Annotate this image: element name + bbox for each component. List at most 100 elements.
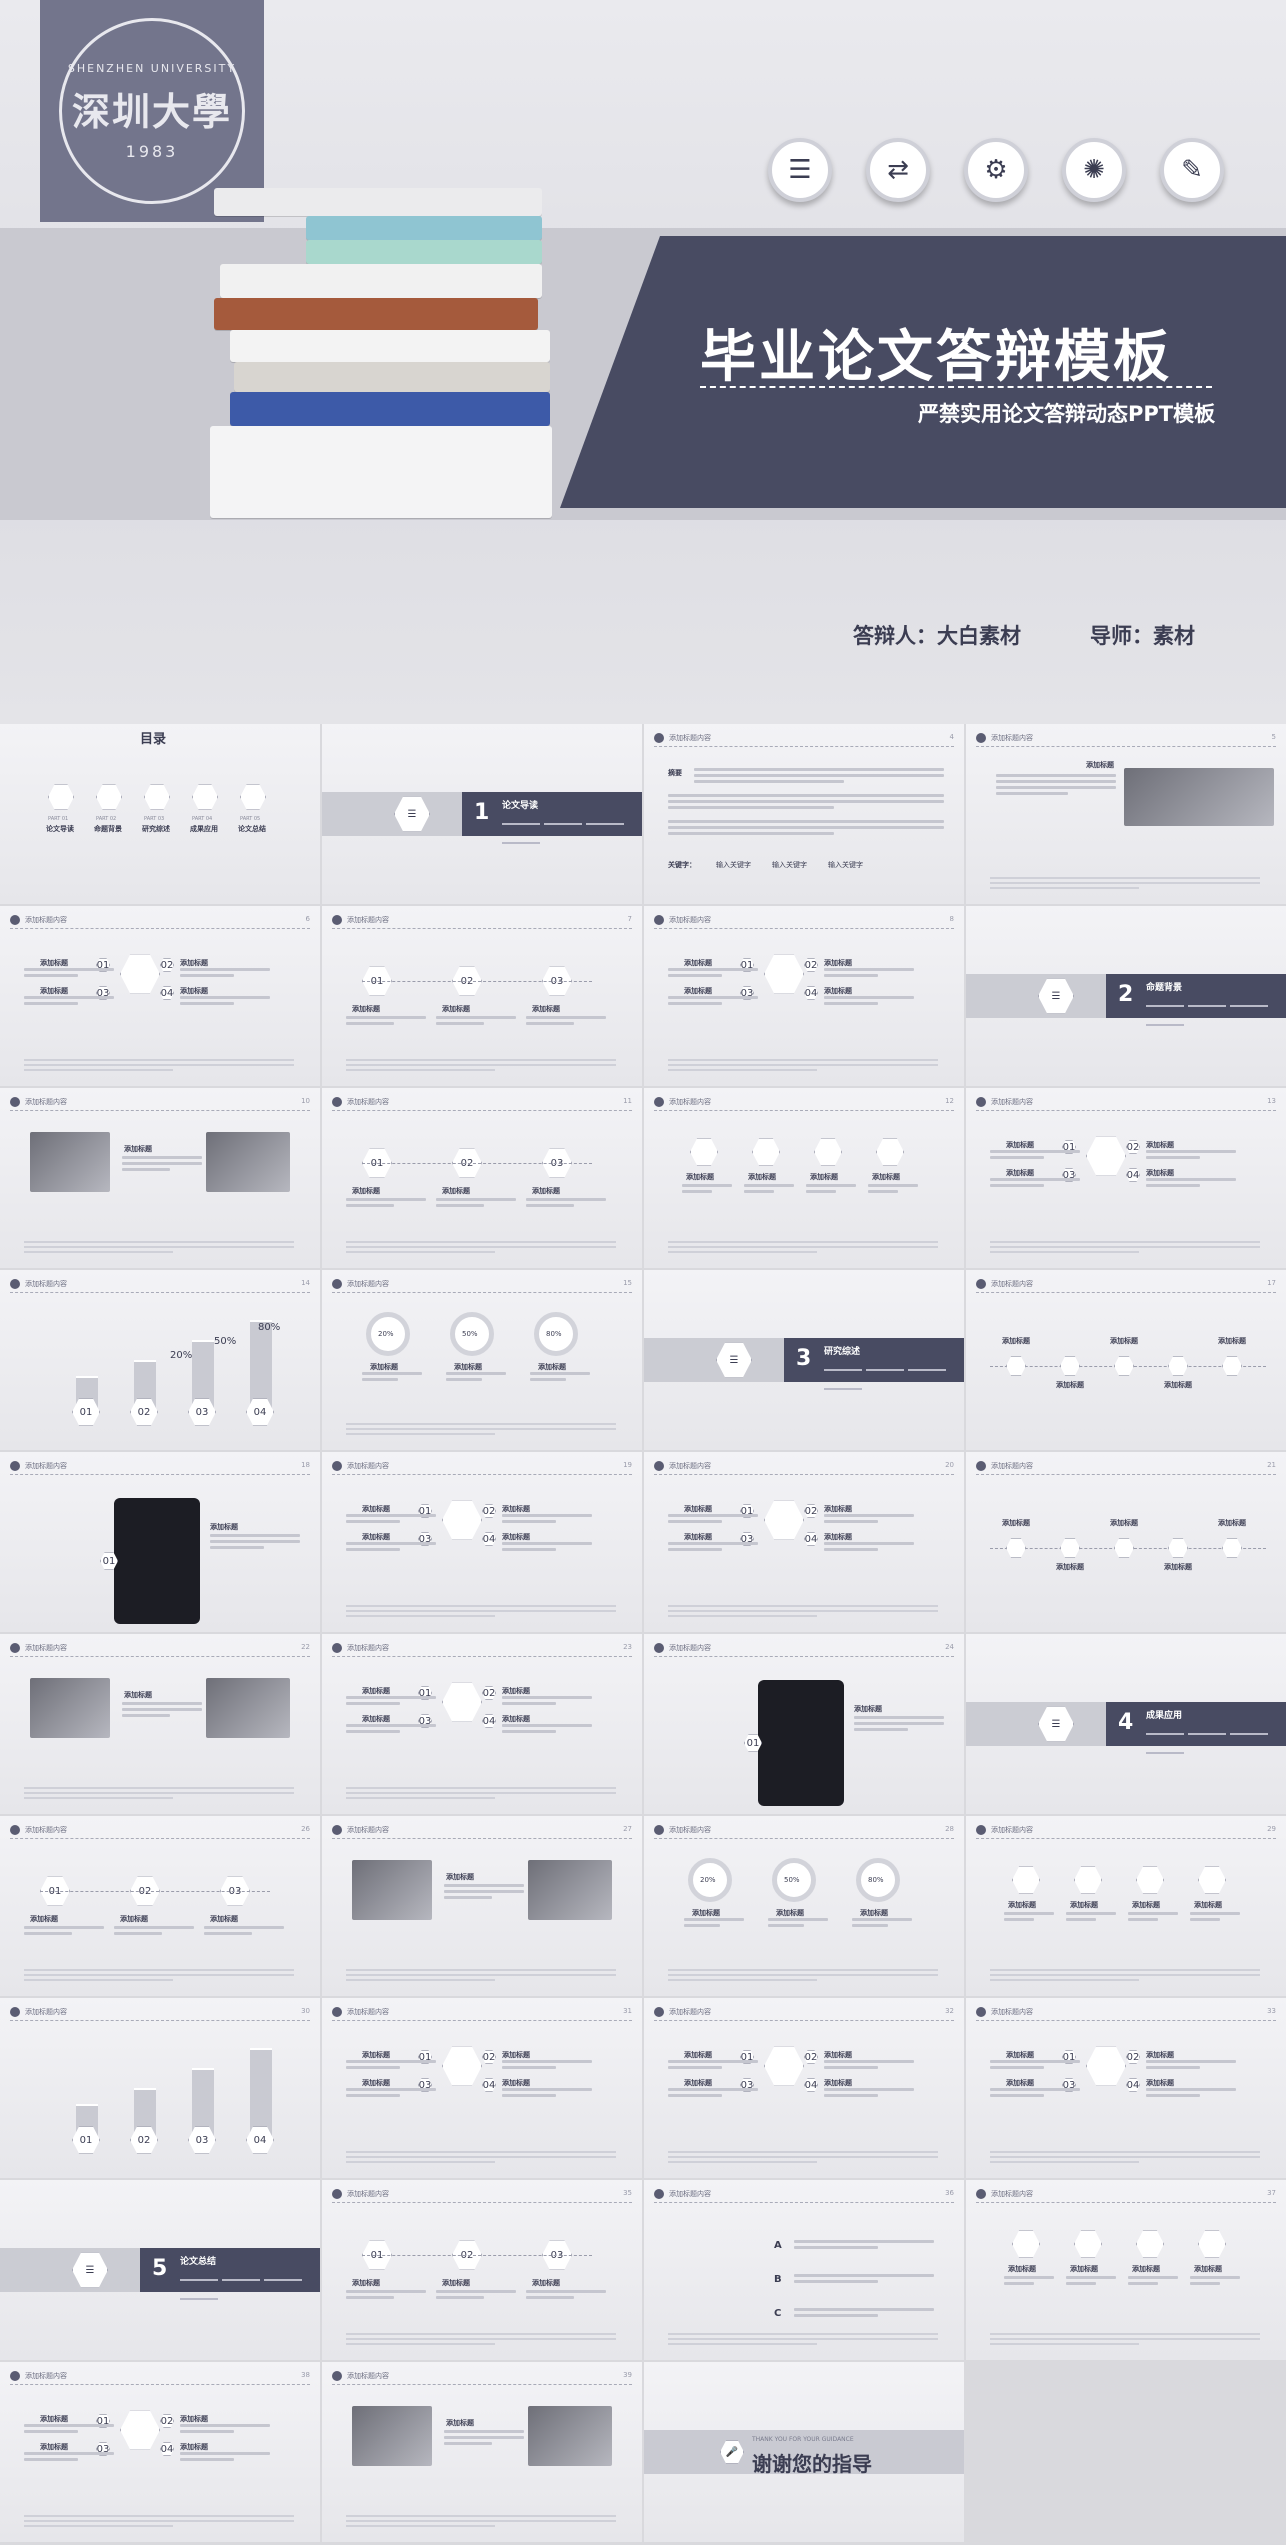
slide-thumbnail[interactable]: 添加标题内容 19 01 添加标题 02 添加标题 03 添加标题 04 添加标题 xyxy=(322,1452,642,1632)
slide-thumbnail[interactable]: 添加标题内容 21 添加标题 添加标题 添加标题 添加标题 添加标题 xyxy=(966,1452,1286,1632)
slide-thumbnail[interactable]: ☰ 4 成果应用 xyxy=(966,1634,1286,1814)
center-hexagon xyxy=(1086,1136,1126,1176)
slide-thumbnail[interactable]: 添加标题内容 12 添加标题 添加标题 添加标题 添加标题 xyxy=(644,1088,964,1268)
slide-thumbnail[interactable]: 添加标题内容 32 01 添加标题 02 添加标题 03 添加标题 04 添加标题 xyxy=(644,1998,964,2178)
text-placeholder xyxy=(122,1156,202,1178)
text-placeholder xyxy=(1004,1912,1054,1934)
gears-icon[interactable]: ⚙ xyxy=(964,138,1028,202)
item-title: 添加标题 xyxy=(1164,1381,1192,1389)
item-title: 添加标题 xyxy=(210,1915,238,1923)
section-number: 4 xyxy=(1118,1710,1134,1735)
slide-thumbnail[interactable]: 添加标题内容 6 01 添加标题 02 添加标题 03 添加标题 04 添加标题 xyxy=(0,906,320,1086)
slide-thumbnail[interactable]: 添加标题内容 22 添加标题 xyxy=(0,1634,320,1814)
slide-thumbnail[interactable]: THANK YOU FOR YOUR GUIDANCE 谢谢您的指导 🎤 xyxy=(644,2362,964,2542)
slide-thumbnail[interactable]: ☰ 3 研究综述 xyxy=(644,1270,964,1450)
keyword-label: 关键字： xyxy=(668,861,696,869)
slide-thumbnail[interactable]: 添加标题内容 39 添加标题 xyxy=(322,2362,642,2542)
slide-header: 添加标题内容 28 xyxy=(654,1825,954,1839)
slide-thumbnail[interactable]: 添加标题内容 36 A B C xyxy=(644,2180,964,2360)
bullet-hexagon: 02 xyxy=(1126,2050,1140,2064)
slide-thumbnail[interactable]: ☰ 5 论文总结 xyxy=(0,2180,320,2360)
slide-header: 添加标题内容 29 xyxy=(976,1825,1276,1839)
header-label: 添加标题内容 xyxy=(347,916,389,924)
item-title: 添加标题 xyxy=(454,1363,482,1371)
slide-thumbnail[interactable]: 添加标题内容 14 01 02 03 04 20% 50% 80% xyxy=(0,1270,320,1450)
slide-thumbnail[interactable]: 添加标题内容 4 摘要 关键字： 输入关键字 输入关键字 输入关键字 xyxy=(644,724,964,904)
slide-thumbnail[interactable]: 添加标题内容 20 01 添加标题 02 添加标题 03 添加标题 04 添加标题 xyxy=(644,1452,964,1632)
text-placeholder xyxy=(824,996,914,1018)
slide-thumbnail[interactable]: 添加标题内容 26 01 添加标题 02 添加标题 03 添加标题 xyxy=(0,1816,320,1996)
signpost-icon[interactable]: ⇄ xyxy=(866,138,930,202)
slide-thumbnail[interactable]: 添加标题内容 7 01 添加标题 02 添加标题 03 添加标题 xyxy=(322,906,642,1086)
pen-icon[interactable]: ✎ xyxy=(1160,138,1224,202)
toc-item-label[interactable]: 命题背景 xyxy=(94,824,122,834)
slide-thumbnail[interactable]: 添加标题内容 30 01 02 03 04 xyxy=(0,1998,320,2178)
slide-thumbnail[interactable]: ☰ 1 论文导读 xyxy=(322,724,642,904)
header-label: 添加标题内容 xyxy=(669,734,711,742)
slide-thumbnail[interactable]: 添加标题内容 31 01 添加标题 02 添加标题 03 添加标题 04 添加标题 xyxy=(322,1998,642,2178)
presenter-label: 答辩人：大白素材 xyxy=(853,624,1021,648)
logo-ring: SHENZHEN UNIVERSITY 深圳大學 1983 xyxy=(59,18,245,204)
item-title: 添加标题 xyxy=(1146,1169,1174,1177)
slide-thumbnail[interactable]: 添加标题内容 17 添加标题 添加标题 添加标题 添加标题 添加标题 xyxy=(966,1270,1286,1450)
toc-icon-2 xyxy=(96,784,122,810)
header-bullet-icon xyxy=(332,915,342,925)
item-title: 添加标题 xyxy=(532,1187,560,1195)
slide-thumbnail[interactable]: 添加标题内容 35 01 添加标题 02 添加标题 03 添加标题 xyxy=(322,2180,642,2360)
cover-slide[interactable]: SHENZHEN UNIVERSITY 深圳大學 1983 ☰ ⇄ ⚙ ✺ ✎ … xyxy=(0,0,1286,724)
slide-thumbnail[interactable]: 添加标题内容 29 添加标题 添加标题 添加标题 添加标题 xyxy=(966,1816,1286,1996)
bar-percentage: 20% xyxy=(170,1350,193,1361)
slide-thumbnail[interactable]: 添加标题内容 11 01 添加标题 02 添加标题 03 添加标题 xyxy=(322,1088,642,1268)
ring-label: 80% xyxy=(868,1876,884,1884)
slide-thumbnail[interactable]: 添加标题内容 28 20% 添加标题 50% 添加标题 80% 添加标题 xyxy=(644,1816,964,1996)
item-title: 添加标题 xyxy=(684,2079,712,2087)
footer-text-placeholder xyxy=(668,2333,938,2348)
slide-thumbnail[interactable]: 添加标题内容 10 添加标题 xyxy=(0,1088,320,1268)
toc-item-label[interactable]: 成果应用 xyxy=(190,824,218,834)
slide-thumbnail[interactable]: ☰ 2 命题背景 xyxy=(966,906,1286,1086)
slide-thumbnail[interactable]: 添加标题内容 13 01 添加标题 02 添加标题 03 添加标题 04 添加标题 xyxy=(966,1088,1286,1268)
header-label: 添加标题内容 xyxy=(25,1462,67,1470)
header-label: 添加标题内容 xyxy=(25,2372,67,2380)
slide-thumbnail[interactable]: 添加标题内容 37 添加标题 添加标题 添加标题 添加标题 xyxy=(966,2180,1286,2360)
header-bullet-icon xyxy=(332,2371,342,2381)
slide-thumbnail[interactable]: 添加标题内容 8 01 添加标题 02 添加标题 03 添加标题 04 添加标题 xyxy=(644,906,964,1086)
server-icon[interactable]: ☰ xyxy=(768,138,832,202)
text-placeholder xyxy=(1128,2276,1178,2298)
footer-text-placeholder xyxy=(990,877,1260,892)
text-placeholder xyxy=(1066,2276,1116,2298)
item-title: 添加标题 xyxy=(442,1187,470,1195)
slide-header: 添加标题内容 5 xyxy=(976,733,1276,747)
item-title: 添加标题 xyxy=(1006,1141,1034,1149)
header-bullet-icon xyxy=(976,1825,986,1835)
slide-thumbnail[interactable]: 添加标题内容 33 01 添加标题 02 添加标题 03 添加标题 04 添加标题 xyxy=(966,1998,1286,2178)
center-hexagon xyxy=(120,954,160,994)
header-bullet-icon xyxy=(10,1279,20,1289)
item-title: 添加标题 xyxy=(1006,2051,1034,2059)
keyword-item: 输入关键字 xyxy=(772,861,807,869)
text-placeholder xyxy=(668,820,944,842)
bar-percentage: 80% xyxy=(258,1322,281,1333)
header-bullet-icon xyxy=(976,2189,986,2199)
slide-thumbnail[interactable]: 添加标题内容 5 添加标题 xyxy=(966,724,1286,904)
text-placeholder xyxy=(682,1184,732,1206)
page-number: 4 xyxy=(949,733,954,741)
lightbulb-icon[interactable]: ✺ xyxy=(1062,138,1126,202)
slide-thumbnail[interactable]: 添加标题内容 23 01 添加标题 02 添加标题 03 添加标题 04 添加标题 xyxy=(322,1634,642,1814)
slide-thumbnail[interactable]: 添加标题内容 38 01 添加标题 02 添加标题 03 添加标题 04 添加标题 xyxy=(0,2362,320,2542)
slide-thumbnail[interactable]: 添加标题内容 18 01 添加标题 xyxy=(0,1452,320,1632)
slide-thumbnail[interactable]: 目录 PART 01 论文导读 PART 02 命题背景 PART 03 研究综述 PART … xyxy=(0,724,320,904)
toc-item-label[interactable]: 论文总结 xyxy=(238,824,266,834)
slide-thumbnail[interactable]: 添加标题内容 27 添加标题 xyxy=(322,1816,642,1996)
slide-thumbnail[interactable]: 添加标题内容 24 01 添加标题 xyxy=(644,1634,964,1814)
toc-item-label[interactable]: 论文导读 xyxy=(46,824,74,834)
toc-part: PART 03 xyxy=(144,816,165,822)
slide-thumbnail[interactable]: 添加标题内容 15 20% 添加标题 50% 添加标题 80% 添加标题 xyxy=(322,1270,642,1450)
page-number: 17 xyxy=(1267,1279,1276,1287)
item-title: 添加标题 xyxy=(684,1533,712,1541)
header-bullet-icon xyxy=(332,2189,342,2199)
header-bullet-icon xyxy=(654,2189,664,2199)
toc-item-label[interactable]: 研究综述 xyxy=(142,824,170,834)
header-label: 添加标题内容 xyxy=(991,2190,1033,2198)
text-placeholder xyxy=(744,1184,794,1206)
